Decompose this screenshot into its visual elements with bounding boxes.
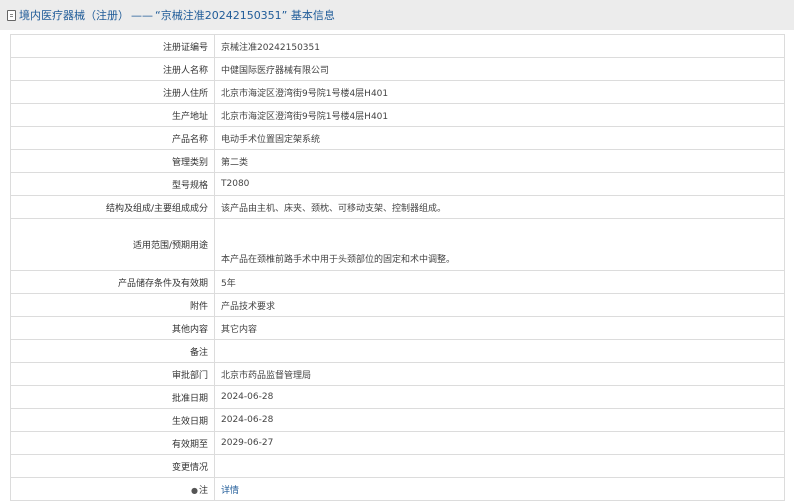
- row-value: 2024-06-28: [214, 408, 785, 432]
- row-value: 北京市海淀区澄湾街9号院1号楼4层H401: [214, 80, 785, 104]
- row-label: 生效日期: [10, 408, 215, 432]
- page-header: 境内医疗器械（注册） —— “京械注准20242150351” 基本信息: [0, 0, 794, 30]
- row-value: 北京市海淀区澄湾街9号院1号楼4层H401: [214, 103, 785, 127]
- row-label: 附件: [10, 293, 215, 317]
- row-value: 该产品由主机、床夹、颈枕、可移动支架、控制器组成。: [214, 195, 785, 219]
- row-value: 本产品在颈椎前路手术中用于头颈部位的固定和术中调整。: [214, 218, 785, 271]
- row-label: 生产地址: [10, 103, 215, 127]
- table-row: 管理类别 第二类: [10, 149, 785, 173]
- info-table: 注册证编号 京械注准20242150351 注册人名称 中健国际医疗器械有限公司…: [10, 34, 785, 501]
- row-label: 备注: [10, 339, 215, 363]
- row-value: 京械注准20242150351: [214, 34, 785, 58]
- details-link[interactable]: 详情: [221, 486, 239, 496]
- row-label: 其他内容: [10, 316, 215, 340]
- row-value: 详情: [214, 477, 785, 501]
- row-value: 北京市药品监督管理局: [214, 362, 785, 386]
- table-row: 结构及组成/主要组成成分 该产品由主机、床夹、颈枕、可移动支架、控制器组成。: [10, 195, 785, 219]
- table-row: ●注 详情: [10, 477, 785, 501]
- table-row: 生产地址 北京市海淀区澄湾街9号院1号楼4层H401: [10, 103, 785, 127]
- table-row: 型号规格 T2080: [10, 172, 785, 196]
- info-table-container: 注册证编号 京械注准20242150351 注册人名称 中健国际医疗器械有限公司…: [10, 34, 785, 501]
- row-value: 5年: [214, 270, 785, 294]
- header-category: 境内医疗器械（注册）: [19, 9, 129, 22]
- row-value: T2080: [214, 172, 785, 196]
- row-value: 其它内容: [214, 316, 785, 340]
- row-label: 结构及组成/主要组成成分: [10, 195, 215, 219]
- row-value: 产品技术要求: [214, 293, 785, 317]
- table-row: 批准日期 2024-06-28: [10, 385, 785, 409]
- row-label: 变更情况: [10, 454, 215, 478]
- row-value: 第二类: [214, 149, 785, 173]
- note-label: ●注: [10, 477, 215, 501]
- header-record-title: “京械注准20242150351” 基本信息: [155, 9, 335, 22]
- table-row: 审批部门 北京市药品监督管理局: [10, 362, 785, 386]
- row-label: 注册人名称: [10, 57, 215, 81]
- table-row: 产品储存条件及有效期 5年: [10, 270, 785, 294]
- table-row: 生效日期 2024-06-28: [10, 408, 785, 432]
- row-label: 型号规格: [10, 172, 215, 196]
- row-label: 管理类别: [10, 149, 215, 173]
- table-row: 其他内容 其它内容: [10, 316, 785, 340]
- table-row: 注册人住所 北京市海淀区澄湾街9号院1号楼4层H401: [10, 80, 785, 104]
- row-label: 适用范围/预期用途: [10, 218, 215, 271]
- table-row: 备注: [10, 339, 785, 363]
- row-label: 有效期至: [10, 431, 215, 455]
- pin-icon: ●: [191, 485, 198, 495]
- row-label: 注册人住所: [10, 80, 215, 104]
- document-icon: [7, 9, 16, 21]
- row-value: [214, 339, 785, 363]
- row-label: 产品名称: [10, 126, 215, 150]
- table-row: 注册人名称 中健国际医疗器械有限公司: [10, 57, 785, 81]
- table-row: 注册证编号 京械注准20242150351: [10, 34, 785, 58]
- row-label: 注: [198, 485, 208, 496]
- row-value: 中健国际医疗器械有限公司: [214, 57, 785, 81]
- table-row: 有效期至 2029-06-27: [10, 431, 785, 455]
- table-row: 适用范围/预期用途 本产品在颈椎前路手术中用于头颈部位的固定和术中调整。: [10, 218, 785, 271]
- row-label: 注册证编号: [10, 34, 215, 58]
- row-label: 批准日期: [10, 385, 215, 409]
- table-row: 产品名称 电动手术位置固定架系统: [10, 126, 785, 150]
- row-value: 2024-06-28: [214, 385, 785, 409]
- table-row: 变更情况: [10, 454, 785, 478]
- row-value: [214, 454, 785, 478]
- row-value: 电动手术位置固定架系统: [214, 126, 785, 150]
- row-label: 审批部门: [10, 362, 215, 386]
- row-label: 产品储存条件及有效期: [10, 270, 215, 294]
- table-row: 附件 产品技术要求: [10, 293, 785, 317]
- row-value: 2029-06-27: [214, 431, 785, 455]
- header-separator: ——: [131, 8, 153, 22]
